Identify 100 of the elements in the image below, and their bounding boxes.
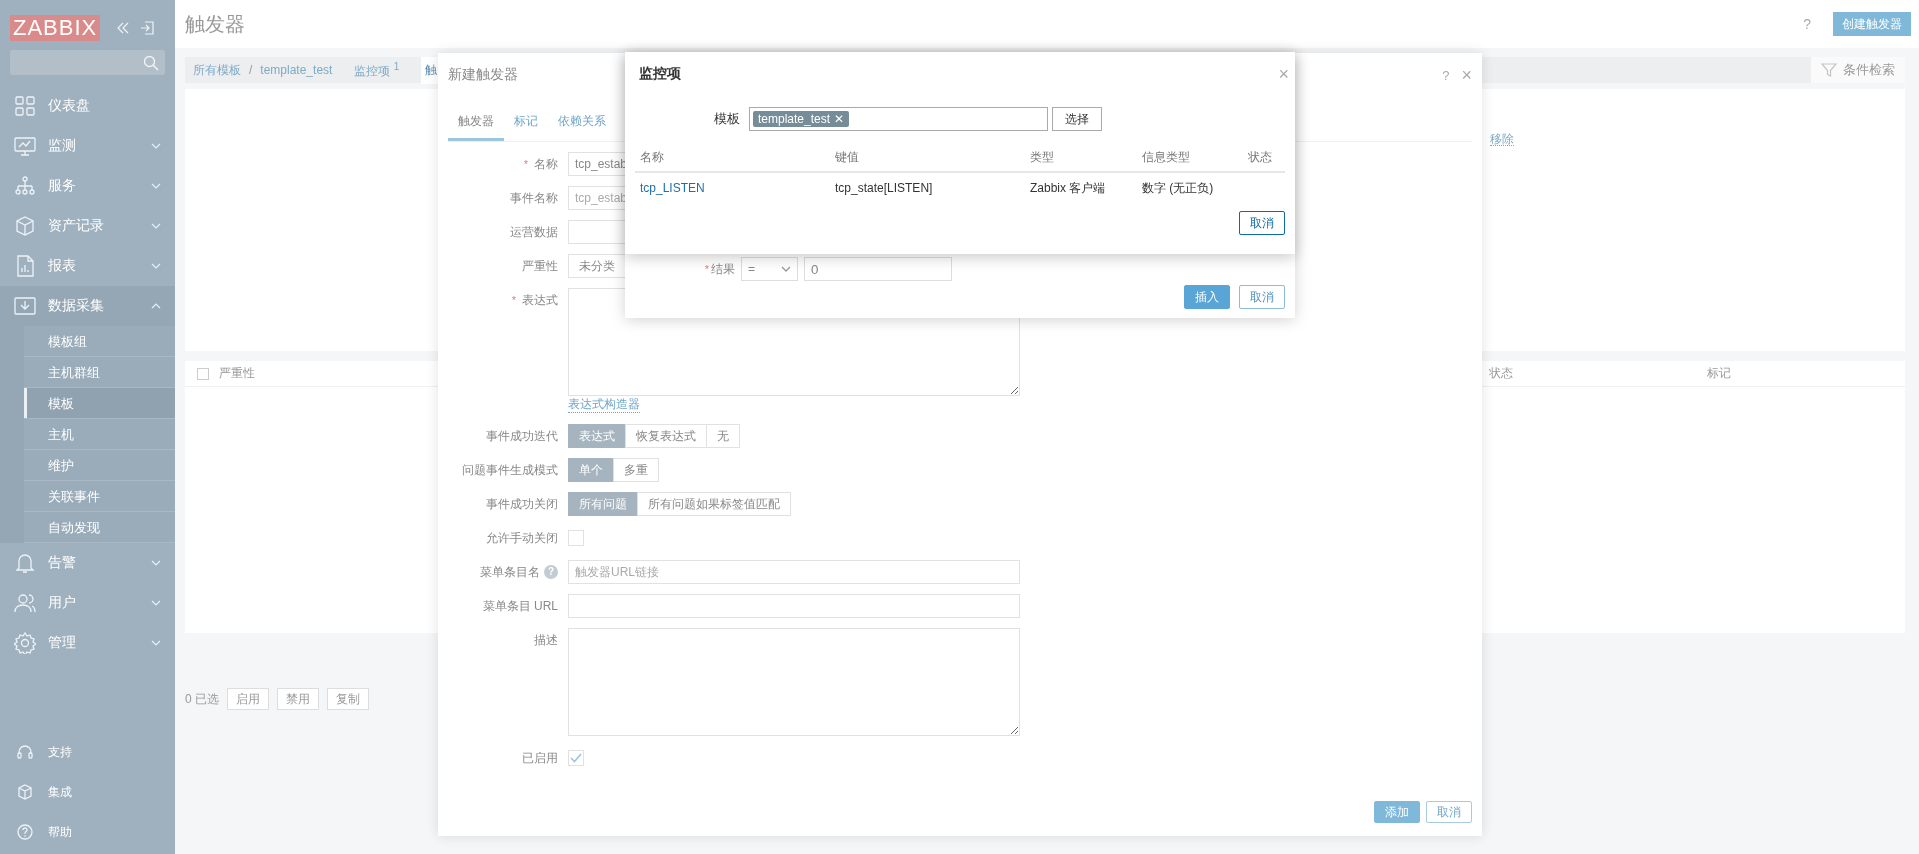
field-label: 菜单条目 URL — [482, 597, 558, 615]
text-area[interactable] — [568, 628, 1020, 736]
remove-tag-button[interactable]: ✕ — [834, 112, 845, 126]
logo: ZABBIX — [10, 15, 101, 41]
action-button[interactable]: 启用 — [227, 688, 269, 710]
item-link[interactable]: tcp_LISTEN — [635, 181, 830, 195]
menu-item[interactable]: 资产记录 — [0, 206, 175, 246]
submit-button[interactable]: 添加 — [1374, 801, 1420, 823]
close-button[interactable]: × — [1461, 66, 1472, 84]
submenu-item[interactable]: 模板组 — [24, 326, 175, 357]
remove-link[interactable]: 移除 — [1490, 131, 1514, 146]
checkbox[interactable] — [568, 530, 584, 546]
field-label: 已启用 — [522, 749, 558, 767]
tab[interactable]: 标记 — [504, 105, 548, 141]
field-label: 菜单条目名 — [480, 563, 540, 581]
help-icon[interactable]: ? — [544, 565, 558, 579]
create-trigger-button[interactable]: 创建触发器 — [1833, 12, 1911, 36]
radio-button[interactable]: 表达式 — [568, 424, 626, 448]
menu-item[interactable]: 支持 — [0, 732, 175, 772]
field-label: 事件成功迭代 — [486, 427, 558, 445]
input-field[interactable] — [568, 594, 1020, 618]
user-icon — [14, 592, 36, 614]
help-icon — [16, 823, 34, 841]
menu-item[interactable]: 告警 — [0, 543, 175, 583]
required-mark: * — [704, 263, 709, 275]
menu-item[interactable]: 帮助 — [0, 812, 175, 852]
submenu-item[interactable]: 维护 — [24, 450, 175, 481]
input-field[interactable]: 0 — [804, 257, 952, 281]
select-button[interactable]: 选择 — [1052, 107, 1102, 131]
menu-item[interactable]: 监测 — [0, 126, 175, 166]
menu-item[interactable]: 用户 — [0, 583, 175, 623]
menu-item[interactable]: 服务 — [0, 166, 175, 206]
field-label: 描述 — [534, 631, 558, 649]
headset-icon — [16, 743, 34, 761]
cancel-button[interactable]: 取消 — [1426, 801, 1472, 823]
grid-icon — [14, 95, 36, 117]
radio-button[interactable]: 多重 — [613, 458, 659, 482]
action-button[interactable]: 禁用 — [277, 688, 319, 710]
field-label: 表达式 — [522, 291, 558, 309]
cancel-button[interactable]: 取消 — [1239, 285, 1285, 309]
submenu-item[interactable]: 主机群组 — [24, 357, 175, 388]
page-tab[interactable]: 监控项 $^{1}$ — [350, 55, 404, 85]
caret-icon — [781, 266, 791, 272]
tab[interactable]: 依赖关系 — [548, 105, 616, 141]
menu-item[interactable]: 管理 — [0, 623, 175, 663]
submenu-item[interactable]: 自动发现 — [24, 512, 175, 543]
selected-count: 0 已选 — [185, 690, 219, 708]
search-icon — [143, 54, 159, 71]
required-mark: * — [511, 294, 516, 306]
menu-item[interactable]: 数据采集 — [0, 286, 175, 326]
column-header: 标记 — [1707, 365, 1731, 382]
submenu-item[interactable]: 主机 — [24, 419, 175, 450]
collapse-icon — [116, 22, 131, 34]
tab[interactable]: 触发器 — [448, 105, 504, 141]
cube-icon — [14, 215, 36, 237]
radio-button[interactable]: 恢复表达式 — [625, 424, 707, 448]
checkbox[interactable] — [197, 367, 209, 380]
dialog-title: 监控项 — [639, 65, 681, 83]
help-link[interactable]: ? — [1803, 16, 1811, 32]
field-label: 名称 — [534, 155, 558, 173]
field-label: 事件成功关闭 — [486, 495, 558, 513]
breadcrumb-separator: / — [249, 63, 253, 77]
search-field[interactable] — [10, 50, 165, 75]
hierarchy-icon — [14, 175, 36, 197]
menu-item[interactable]: 集成 — [0, 772, 175, 812]
help-link[interactable]: ? — [1442, 67, 1450, 83]
monitor-icon — [14, 135, 36, 157]
field-label: 运营数据 — [510, 223, 558, 241]
menu-item[interactable]: 仪表盘 — [0, 86, 175, 126]
column-header: 信息类型 — [1141, 148, 1191, 166]
download-box-icon — [14, 295, 36, 317]
field-label: 模板 — [713, 110, 740, 128]
page-title: 触发器 — [185, 11, 246, 37]
checkbox[interactable] — [568, 750, 584, 766]
breadcrumb-link[interactable]: 所有模板 — [193, 61, 241, 79]
gear-icon — [14, 632, 36, 654]
expression-builder-link[interactable]: 表达式构造器 — [568, 396, 640, 413]
breadcrumb-link[interactable]: template_test — [260, 63, 333, 77]
cube-icon — [16, 783, 34, 801]
table-cell-text: Zabbix 客户端 — [1029, 179, 1107, 197]
radio-button[interactable]: 无 — [706, 424, 740, 448]
submit-button[interactable]: 插入 — [1184, 285, 1230, 309]
input-field[interactable]: 触发器URL链接 — [568, 560, 1020, 584]
table-cell-text: 数字 (无正负) — [1141, 179, 1215, 197]
close-button[interactable]: × — [1278, 65, 1289, 83]
action-button[interactable]: 复制 — [327, 688, 369, 710]
field-label: 事件名称 — [510, 189, 558, 207]
radio-button[interactable]: 未分类 — [568, 254, 626, 278]
column-header: 状态 — [1489, 365, 1514, 382]
submenu-item[interactable]: 关联事件 — [24, 481, 175, 512]
cancel-button[interactable]: 取消 — [1239, 211, 1285, 235]
filter-tab[interactable]: 条件检索 — [1811, 57, 1905, 83]
field-label: 允许手动关闭 — [486, 529, 558, 547]
multiselect-field[interactable]: template_test ✕ — [749, 107, 1048, 131]
operator-dropdown[interactable]: = — [741, 257, 798, 281]
radio-button[interactable]: 单个 — [568, 458, 614, 482]
radio-button[interactable]: 所有问题 — [568, 492, 638, 516]
radio-button[interactable]: 所有问题如果标签值匹配 — [637, 492, 791, 516]
submenu-item[interactable]: 模板 — [24, 388, 175, 419]
menu-item[interactable]: 报表 — [0, 246, 175, 286]
